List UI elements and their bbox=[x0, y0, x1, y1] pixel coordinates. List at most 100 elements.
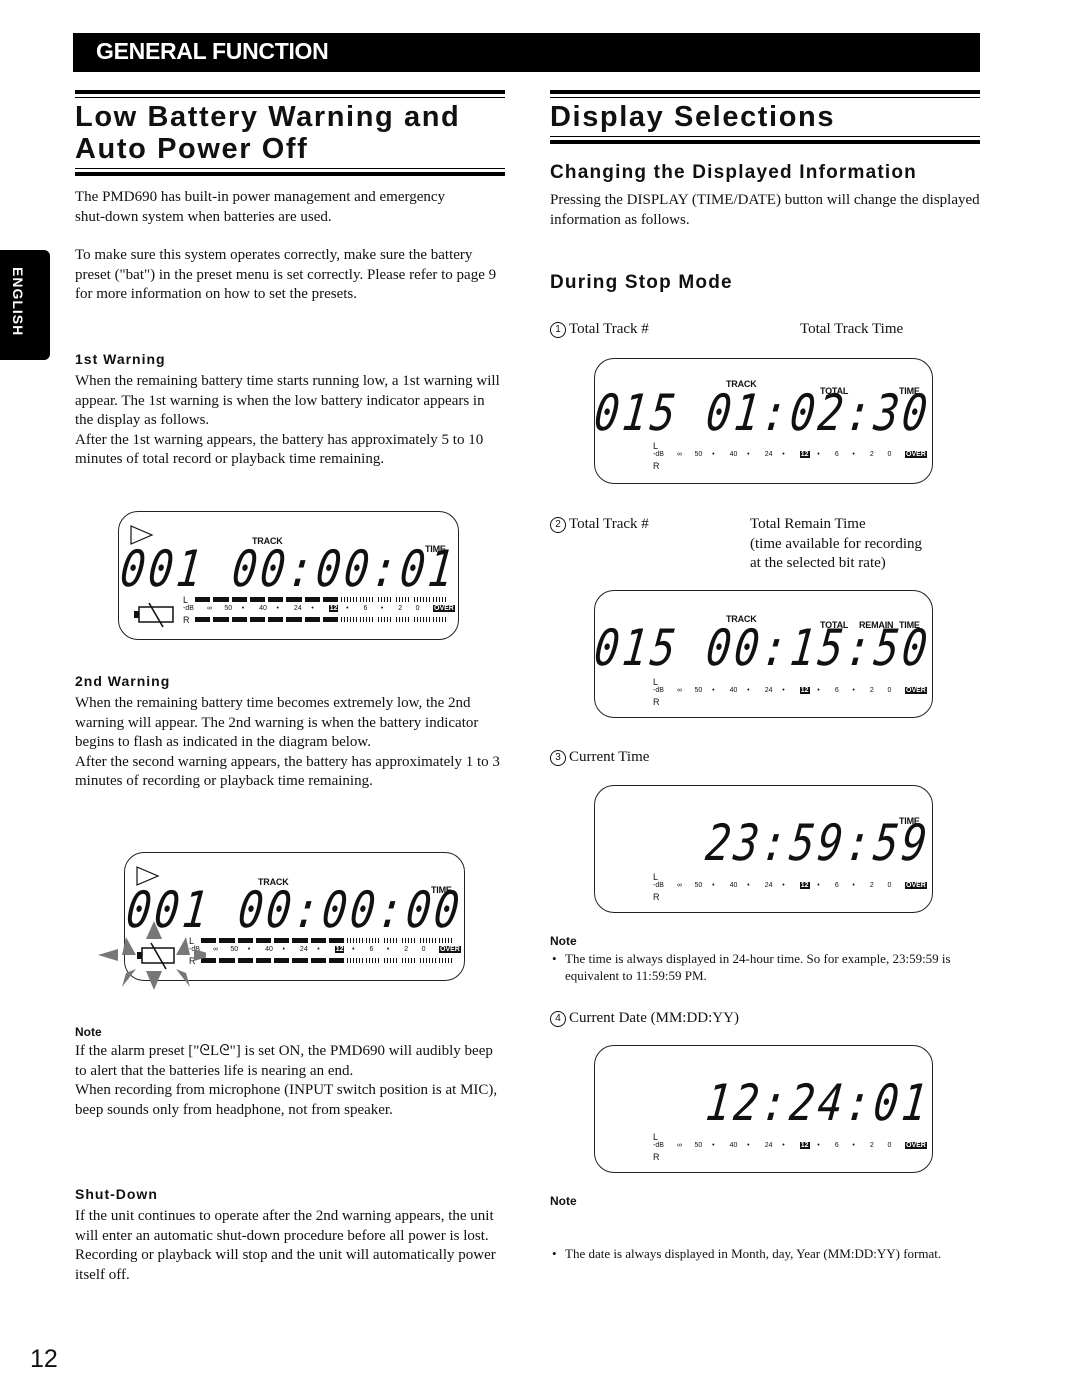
meter-segment bbox=[219, 938, 235, 943]
meter-tick-label: 12 bbox=[799, 1142, 810, 1149]
meter-scale: -dB∞50•40•24•12•6•20OVER bbox=[653, 451, 927, 461]
first-warning-paragraph-2: After the 1st warning appears, the batte… bbox=[75, 431, 484, 468]
meter-segment bbox=[292, 958, 308, 963]
meter-tick-label: OVER bbox=[905, 687, 927, 694]
time-readout: 00:00:01 bbox=[229, 540, 460, 598]
meter-segment bbox=[219, 958, 235, 963]
track-number: 015 bbox=[591, 619, 682, 677]
lcd-readout: 001 00:00:01 bbox=[117, 540, 459, 598]
display-item-1-label: 1 Total Track # bbox=[550, 320, 649, 340]
meter-segment bbox=[341, 597, 357, 602]
meter-tick-label: • bbox=[782, 451, 785, 458]
title-rule-bottom bbox=[75, 172, 505, 176]
meter-tick-label: 12 bbox=[799, 882, 810, 889]
meter-tick-label: 0 bbox=[887, 687, 892, 694]
language-tab-label: ENGLISH bbox=[10, 267, 26, 337]
lcd-display-total-track-time: TRACK TOTAL TIME 015 01:02:30 L -dB ∞ 50 • 40… bbox=[591, 358, 934, 484]
meter-tick-label: 6 bbox=[834, 882, 839, 889]
intro-paragraph-1: The PMD690 has built-in power management… bbox=[75, 189, 446, 225]
meter-tick-label: ∞ bbox=[677, 451, 682, 458]
meter-segment bbox=[414, 617, 430, 622]
meter-segment bbox=[323, 617, 339, 622]
display-item-2-label: 2 Total Track # bbox=[550, 515, 649, 535]
meter-segment bbox=[377, 597, 394, 602]
meter-segment bbox=[292, 938, 308, 943]
meter-segment bbox=[255, 958, 272, 963]
db-label: -dB bbox=[183, 605, 194, 612]
level-meter-bare: L -dB ∞ 50 • 40 • 24 • 12 • 6 • 2 0 OVER R bbox=[653, 1132, 927, 1162]
meter-tick-label: • bbox=[712, 451, 715, 458]
meter-tick-label: 0 bbox=[421, 946, 426, 953]
level-meter: L-dB∞50•40•24•12•6•20OVERR bbox=[189, 936, 461, 966]
lcd-display-total-remain-time: TRACK TOTAL REMAIN TIME 015 00:15:50 L -d… bbox=[591, 590, 934, 718]
left-note-paragraph-2: When recording from microphone (INPUT sw… bbox=[75, 1082, 498, 1118]
meter-segment bbox=[249, 597, 266, 602]
meter-tick-label: • bbox=[712, 687, 715, 694]
meter-segment bbox=[347, 938, 363, 943]
time-readout: 23:59:59 bbox=[703, 814, 934, 872]
meter-channel: R bbox=[189, 956, 459, 966]
meter-tick-label: • bbox=[386, 946, 390, 953]
meter-tick-label: 12 bbox=[799, 687, 810, 694]
left-title: Low Battery Warning and Auto Power Off bbox=[75, 101, 460, 165]
intro-paragraph-2: To make sure this system operates correc… bbox=[75, 247, 497, 303]
meter-tick-label: • bbox=[747, 451, 750, 458]
meter-segment bbox=[231, 617, 247, 622]
meter-tick-label: • bbox=[352, 946, 355, 953]
meter-tick-label: • bbox=[712, 1142, 715, 1149]
item-desc-2: (time available for recording bbox=[750, 535, 923, 552]
changing-info-heading: Changing the Displayed Information bbox=[550, 162, 917, 183]
meter-segment bbox=[310, 938, 326, 943]
meter-tick-label: OVER bbox=[905, 882, 927, 889]
meter-segment bbox=[383, 938, 400, 943]
db-label: -dB bbox=[653, 451, 664, 458]
meter-tick-label: • bbox=[817, 687, 820, 694]
time-readout: 00:15:50 bbox=[703, 619, 934, 677]
meter-tick-label: 50 bbox=[694, 1142, 703, 1149]
title-rule-bottom-thin bbox=[75, 168, 505, 169]
item-number-1: 1 bbox=[550, 322, 566, 338]
right-title-rule-bottom-thin bbox=[550, 136, 980, 137]
meter-segment bbox=[268, 617, 284, 622]
item-number-4: 4 bbox=[550, 1011, 566, 1027]
item-label: Total Track # bbox=[569, 321, 649, 337]
meter-tick-label: 50 bbox=[694, 451, 703, 458]
meter-segment bbox=[329, 938, 345, 943]
channel-label: L bbox=[653, 1132, 659, 1142]
section-banner: GENERAL FUNCTION bbox=[73, 33, 980, 72]
track-number: 001 bbox=[117, 540, 208, 598]
meter-tick-label: 6 bbox=[363, 605, 368, 612]
meter-tick-label: 24 bbox=[764, 1142, 773, 1149]
meter-segment bbox=[383, 958, 400, 963]
meter-scale: -dB∞50•40•24•12•6•20OVER bbox=[189, 946, 461, 956]
meter-tick-label: 24 bbox=[764, 882, 773, 889]
title-rule-top-thin bbox=[75, 97, 505, 98]
meter-segment bbox=[237, 958, 253, 963]
meter-tick-label: • bbox=[747, 882, 750, 889]
meter-tick-label: 24 bbox=[299, 946, 308, 953]
meter-segment bbox=[213, 597, 229, 602]
meter-tick-label: • bbox=[852, 451, 855, 458]
meter-segment bbox=[347, 958, 363, 963]
meter-segment bbox=[237, 938, 253, 943]
date-note-text: The date is always displayed in Month, d… bbox=[550, 1245, 985, 1262]
meter-segment bbox=[402, 938, 418, 943]
item-number-3: 3 bbox=[550, 750, 566, 766]
display-item-1-desc: Total Track Time bbox=[800, 321, 904, 337]
db-label: -dB bbox=[653, 687, 664, 694]
meter-segment bbox=[274, 958, 290, 963]
second-warning-paragraph: When the remaining battery time becomes … bbox=[75, 695, 479, 751]
right-title-rule-bottom bbox=[550, 140, 980, 144]
meter-segment bbox=[365, 938, 381, 943]
battery-low-icon bbox=[134, 602, 174, 628]
time-readout: 01:02:30 bbox=[703, 384, 934, 442]
second-warning-heading: 2nd Warning bbox=[75, 673, 171, 689]
left-note-paragraph: If the alarm preset ["ᘓLᘓ"] is set ON, t… bbox=[75, 1043, 493, 1079]
meter-segment bbox=[329, 958, 345, 963]
meter-segment bbox=[268, 597, 284, 602]
meter-channel: L bbox=[189, 936, 459, 946]
right-title: Display Selections bbox=[550, 101, 836, 133]
meter-segment bbox=[195, 597, 211, 602]
first-warning-heading: 1st Warning bbox=[75, 351, 166, 367]
meter-tick-label: 6 bbox=[834, 451, 839, 458]
